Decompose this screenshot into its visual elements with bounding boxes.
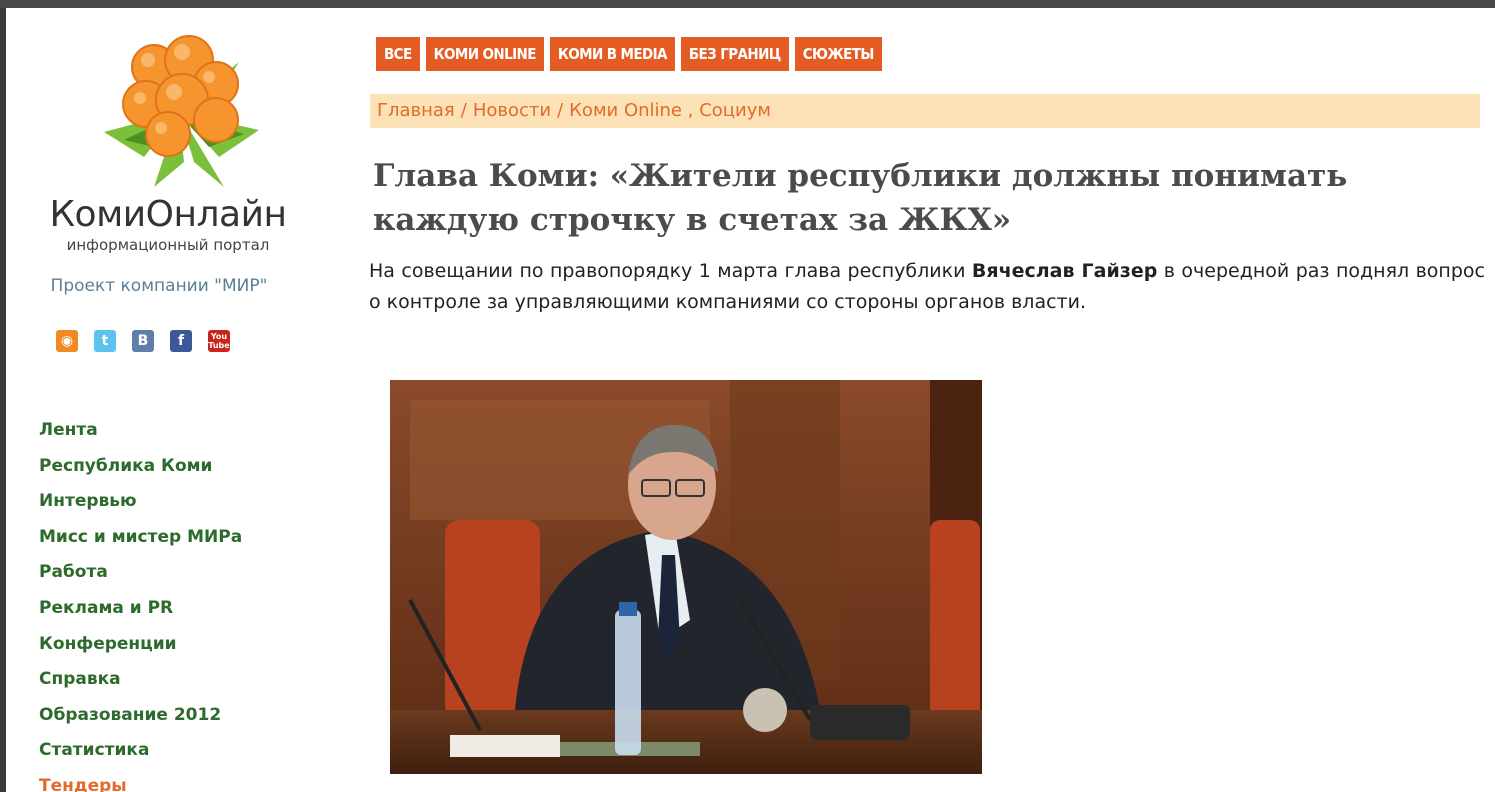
youtube-icon[interactable]: You Tube xyxy=(208,330,230,352)
page: КомиОнлайн информационный портал Проект … xyxy=(6,8,1495,792)
sidebar-item-spravka[interactable]: Справка xyxy=(39,662,242,698)
sidebar-item-obrazovanie[interactable]: Образование 2012 xyxy=(39,698,242,734)
breadcrumb: Главная / Новости / Коми Online , Социум xyxy=(370,94,1480,128)
lead-person-name: Вячеслав Гайзер xyxy=(971,260,1158,282)
article-photo[interactable] xyxy=(390,380,982,774)
breadcrumb-separator: / xyxy=(460,100,467,121)
project-link[interactable]: Проект компании "МИР" xyxy=(14,276,304,296)
breadcrumb-section[interactable]: Коми Online xyxy=(569,100,682,121)
breadcrumb-home[interactable]: Главная xyxy=(377,100,455,121)
lead-text-start: На совещании по правопорядку 1 марта гла… xyxy=(369,260,972,282)
sidebar-item-tendery[interactable]: Тендеры xyxy=(39,769,242,792)
brand-tagline: информационный портал xyxy=(66,236,270,254)
sidebar-item-respublika[interactable]: Республика Коми xyxy=(39,449,242,485)
sidebar-item-reklama[interactable]: Реклама и PR xyxy=(39,591,242,627)
brand-name[interactable]: КомиОнлайн xyxy=(14,194,322,235)
vkontakte-icon[interactable]: B xyxy=(132,330,154,352)
breadcrumb-news[interactable]: Новости xyxy=(473,100,551,121)
rss-icon[interactable]: ◉ xyxy=(56,330,78,352)
sidebar-item-konferencii[interactable]: Конференции xyxy=(39,627,242,663)
section-tabs: ВСЕ КОМИ ONLINE КОМИ В MEDIA БЕЗ ГРАНИЦ … xyxy=(376,37,882,71)
facebook-icon[interactable]: f xyxy=(170,330,192,352)
sidebar-item-miss-mister[interactable]: Мисс и мистер МИРа xyxy=(39,520,242,556)
tab-bez-granic[interactable]: БЕЗ ГРАНИЦ xyxy=(680,37,789,71)
breadcrumb-separator: / xyxy=(557,100,564,121)
article-lead: На совещании по правопорядку 1 марта гла… xyxy=(369,256,1485,318)
tab-komi-media[interactable]: КОМИ В MEDIA xyxy=(549,37,675,71)
logo-cloudberry-icon[interactable] xyxy=(84,22,274,192)
window-top-border xyxy=(0,0,1495,8)
article-title: Глава Коми: «Жители республики должны по… xyxy=(373,158,1348,238)
tab-komi-online[interactable]: КОМИ ONLINE xyxy=(425,37,544,71)
sidebar-item-intervyu[interactable]: Интервью xyxy=(39,484,242,520)
social-links: ◉ t B f You Tube xyxy=(56,330,230,352)
sidebar-menu: Лента Республика Коми Интервью Мисс и ми… xyxy=(39,413,242,792)
breadcrumb-comma: , xyxy=(682,100,700,121)
sidebar-item-rabota[interactable]: Работа xyxy=(39,555,242,591)
twitter-icon[interactable]: t xyxy=(94,330,116,352)
sidebar-item-statistika[interactable]: Статистика xyxy=(39,733,242,769)
tab-all[interactable]: ВСЕ xyxy=(376,37,420,71)
sidebar-item-lenta[interactable]: Лента xyxy=(39,413,242,449)
tab-syuzhety[interactable]: СЮЖЕТЫ xyxy=(794,37,882,71)
breadcrumb-tag[interactable]: Социум xyxy=(699,100,771,121)
